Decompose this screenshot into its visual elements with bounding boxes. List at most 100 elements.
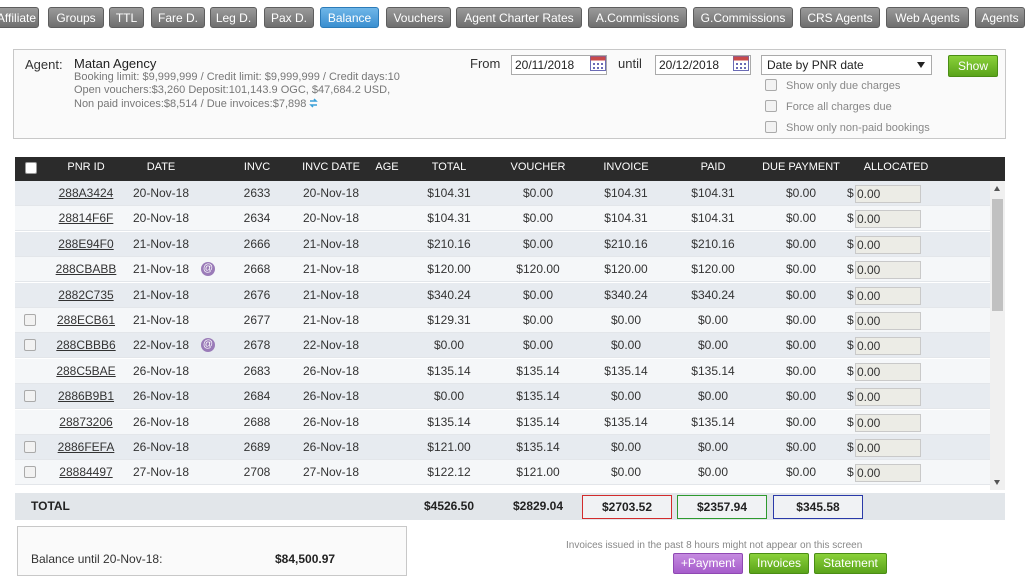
balance-value: $84,500.97 [275, 552, 336, 566]
pnr-cell[interactable]: 2886FEFA [55, 435, 117, 460]
pnr-cell[interactable]: 288CBABB [55, 257, 117, 282]
allocated-input[interactable]: 0.00 [855, 312, 921, 330]
show-button[interactable]: Show [948, 55, 998, 77]
date-mode-select[interactable]: Date by PNR date [761, 55, 932, 75]
pnr-cell[interactable]: 28873206 [55, 410, 117, 435]
pnr-cell[interactable]: 288CBBB6 [55, 333, 117, 358]
allocated-input[interactable]: 0.00 [855, 337, 921, 356]
force-due-option[interactable]: Force all charges due [765, 100, 892, 113]
table-row: 2886B9B1 26-Nov-18 2684 26-Nov-18 $0.00 $135.… [15, 384, 990, 410]
pnr-cell[interactable]: 28814F6F [55, 206, 117, 231]
scroll-down-icon[interactable] [994, 480, 1000, 485]
invoices-button[interactable]: Invoices [749, 553, 809, 574]
non-paid-option[interactable]: Show only non-paid bookings [765, 121, 930, 134]
tab-ttl[interactable]: TTL [109, 7, 144, 28]
tab-web-agents[interactable]: Web Agents [886, 7, 969, 28]
tab-agent-charter-rates[interactable]: Agent Charter Rates [456, 7, 582, 28]
tab-agents[interactable]: Agents [975, 7, 1025, 28]
allocated-input[interactable]: 0.00 [855, 210, 921, 229]
due-cell: $0.00 [785, 465, 817, 480]
statement-button[interactable]: Statement [814, 553, 887, 574]
scroll-thumb[interactable] [992, 199, 1003, 311]
total-cell: $0.00 [433, 389, 465, 404]
voucher-total: $2829.04 [512, 499, 564, 513]
pnr-cell[interactable]: 288E94F0 [55, 232, 117, 257]
voucher-cell: $135.14 [516, 440, 560, 454]
allocated-input[interactable]: 0.00 [855, 362, 921, 381]
tab-pax-d[interactable]: Pax D. [264, 7, 314, 28]
tab-fare-d[interactable]: Fare D. [151, 7, 205, 28]
due-cell: $0.00 [785, 363, 817, 378]
allocated-input[interactable]: 0.00 [855, 261, 921, 280]
date-cell: 26-Nov-18 [132, 414, 190, 429]
checkbox[interactable] [765, 121, 777, 133]
allocated-input[interactable]: 0.00 [855, 413, 921, 432]
pnr-cell[interactable]: 2886B9B1 [55, 384, 117, 409]
col-paid[interactable]: PAID [682, 157, 744, 181]
row-checkbox[interactable] [24, 390, 36, 403]
tab-vouchers[interactable]: Vouchers [386, 7, 451, 28]
total-cell: $121.00 [427, 440, 471, 454]
calendar-icon[interactable] [590, 56, 606, 71]
col-age[interactable]: AGE [370, 157, 404, 181]
pnr-cell[interactable]: 288C5BAE [55, 359, 117, 384]
total-cell: $135.14 [427, 363, 471, 378]
table-row: 28873206 26-Nov-18 2688 26-Nov-18 $135.14 $13… [15, 409, 990, 435]
col-due-payment[interactable]: DUE PAYMENT [755, 157, 847, 181]
due-charges-option[interactable]: Show only due charges [765, 79, 900, 92]
email-icon[interactable]: @ [201, 338, 215, 353]
tab-g-commissions[interactable]: G.Commissions [693, 7, 793, 28]
col-voucher[interactable]: VOUCHER [503, 157, 573, 181]
allocated-input[interactable]: 0.00 [855, 439, 921, 457]
tab-groups[interactable]: Groups [48, 7, 104, 28]
due-cell: $0.00 [785, 186, 817, 200]
select-all-checkbox[interactable] [25, 162, 37, 174]
col-invc[interactable]: INVC [235, 157, 279, 181]
row-checkbox[interactable] [24, 441, 36, 453]
allocated-input[interactable]: 0.00 [855, 388, 921, 407]
allocated-input[interactable]: 0.00 [855, 464, 921, 483]
allocated-input[interactable]: 0.00 [855, 235, 921, 254]
calendar-icon[interactable] [733, 56, 749, 71]
from-label: From [470, 56, 501, 71]
col-pnr-id[interactable]: PNR ID [55, 157, 117, 181]
tab-affiliate[interactable]: Affiliate [0, 7, 39, 28]
allocated-input[interactable]: 0.00 [855, 286, 921, 305]
option-label: Show only due charges [786, 80, 901, 92]
invc-cell: 2676 [243, 287, 271, 302]
pnr-cell[interactable]: 288A3424 [55, 181, 117, 206]
refresh-icon[interactable] [309, 98, 319, 108]
tab-a-commissions[interactable]: A.Commissions [588, 7, 687, 28]
pnr-cell[interactable]: 2882C735 [55, 283, 117, 308]
paid-cell: $0.00 [697, 440, 729, 454]
date-cell: 20-Nov-18 [132, 186, 190, 200]
add-payment-button[interactable]: +Payment [673, 553, 743, 574]
checkbox[interactable] [765, 79, 777, 91]
tab-leg-d[interactable]: Leg D. [210, 7, 257, 28]
allocated-input[interactable]: 0.00 [855, 185, 921, 203]
pnr-cell[interactable]: 288ECB61 [55, 308, 117, 333]
tab-balance[interactable]: Balance [320, 7, 379, 28]
paid-cell: $340.24 [691, 287, 735, 302]
scroll-up-icon[interactable] [994, 186, 1000, 191]
row-checkbox[interactable] [24, 314, 36, 326]
due-total: $345.58 [773, 495, 863, 519]
email-icon[interactable]: @ [201, 262, 215, 277]
col-invoice[interactable]: INVOICE [591, 157, 661, 181]
invoice-cell: $0.00 [610, 440, 642, 454]
checkbox[interactable] [765, 100, 777, 112]
pnr-cell[interactable]: 28884497 [55, 460, 117, 485]
invc-date-cell: 21-Nov-18 [302, 287, 360, 302]
tab-crs-agents[interactable]: CRS Agents [800, 7, 880, 28]
vertical-scrollbar[interactable] [990, 181, 1005, 490]
row-checkbox[interactable] [24, 466, 36, 479]
col-allocated[interactable]: ALLOCATED [858, 157, 934, 181]
col-invc-date[interactable]: INVC DATE [298, 157, 364, 181]
col-total[interactable]: TOTAL [415, 157, 483, 181]
col-date[interactable]: DATE [128, 157, 194, 181]
row-checkbox[interactable] [24, 339, 36, 352]
voucher-cell: $0.00 [522, 211, 554, 226]
date-cell: 21-Nov-18 [132, 262, 190, 277]
invoice-cell: $0.00 [610, 389, 642, 404]
total-cell: $120.00 [427, 262, 471, 277]
